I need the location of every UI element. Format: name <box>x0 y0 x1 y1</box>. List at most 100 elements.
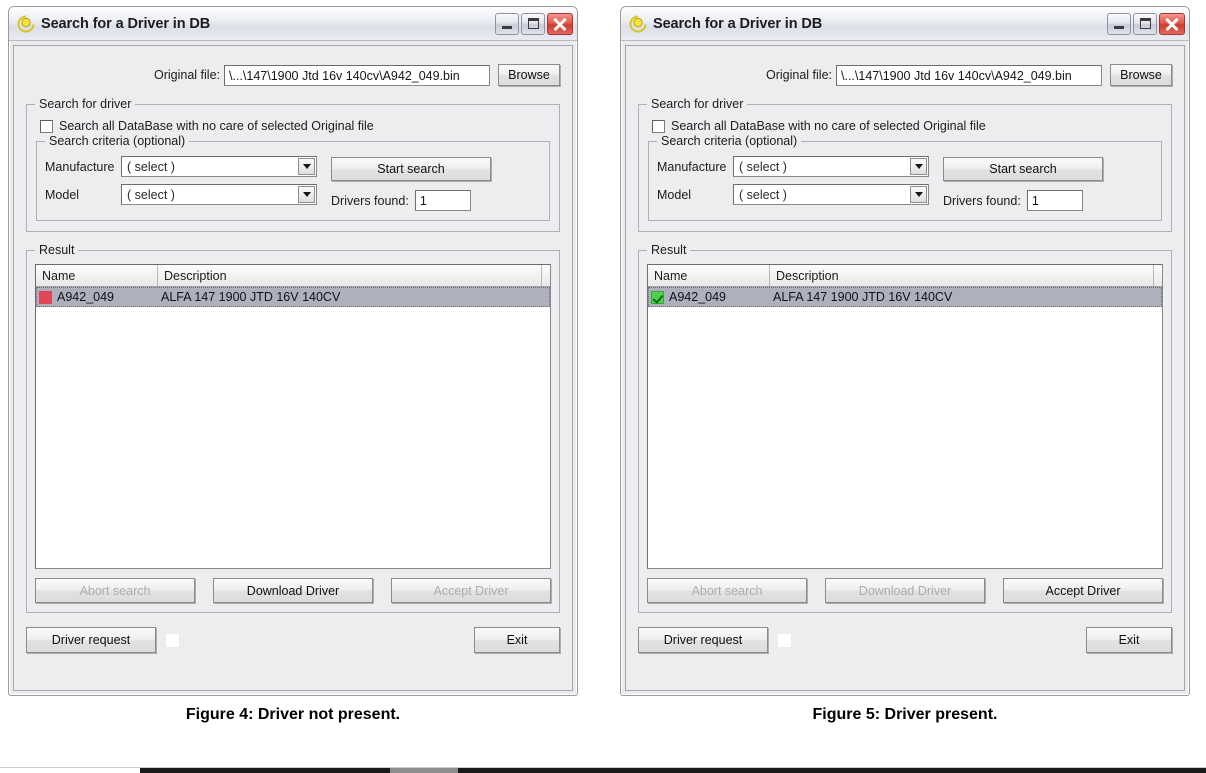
drivers-found-label: Drivers found: <box>943 193 1021 208</box>
abort-search-button[interactable]: Abort search <box>35 578 195 603</box>
start-search-button[interactable]: Start search <box>331 157 491 181</box>
search-for-driver-group: Search for driver Search all DataBase wi… <box>26 97 560 232</box>
chevron-down-icon[interactable] <box>298 158 315 175</box>
search-criteria-group: Search criteria (optional) Manufacture (… <box>648 134 1162 221</box>
result-header-row: Name Description <box>36 265 550 287</box>
window-controls <box>1107 12 1185 35</box>
result-group: Result Name Description A942_049 ALFA 14… <box>26 243 560 613</box>
row-description: ALFA 147 1900 JTD 16V 140CV <box>773 290 953 304</box>
model-select[interactable]: ( select ) <box>121 184 317 205</box>
search-all-database-row[interactable]: Search all DataBase with no care of sele… <box>40 119 550 133</box>
exit-button[interactable]: Exit <box>1086 627 1172 653</box>
window-controls <box>495 12 573 35</box>
manufacture-label: Manufacture <box>45 159 115 174</box>
titlebar[interactable]: Search for a Driver in DB <box>621 7 1189 41</box>
original-file-label: Original file: <box>766 68 832 82</box>
result-group: Result Name Description A942_049 ALFA 14… <box>638 243 1172 613</box>
manufacture-select[interactable]: ( select ) <box>121 156 317 177</box>
column-header-name[interactable]: Name <box>648 265 770 286</box>
search-for-driver-legend: Search for driver <box>647 97 748 111</box>
manufacture-row: Manufacture ( select ) <box>45 156 317 177</box>
status-led-indicator <box>166 633 179 647</box>
column-header-spacer <box>1154 265 1162 286</box>
manufacture-select[interactable]: ( select ) <box>733 156 929 177</box>
drivers-found-row: Drivers found: 1 <box>943 190 1153 211</box>
model-label: Model <box>657 187 692 202</box>
manufacture-value: ( select ) <box>127 159 175 174</box>
model-row: Model ( select ) <box>45 184 317 205</box>
chevron-down-icon[interactable] <box>910 186 927 203</box>
result-actions: Abort search Download Driver Accept Driv… <box>35 578 551 603</box>
table-row[interactable]: A942_049 ALFA 147 1900 JTD 16V 140CV <box>36 287 550 307</box>
window-title: Search for a Driver in DB <box>41 15 211 32</box>
cutoff-segment <box>458 768 1206 773</box>
page-bottom-cutoff <box>0 766 1206 773</box>
original-file-input[interactable]: \...\147\1900 Jtd 16v 140cv\A942_049.bin <box>224 64 490 86</box>
model-value: ( select ) <box>739 187 787 202</box>
exit-button[interactable]: Exit <box>474 627 560 653</box>
search-for-driver-group: Search for driver Search all DataBase wi… <box>638 97 1172 232</box>
driver-request-button[interactable]: Driver request <box>638 627 768 653</box>
original-file-row: Original file: \...\147\1900 Jtd 16v 140… <box>626 46 1184 86</box>
result-listview[interactable]: Name Description A942_049 ALFA 147 1900 … <box>35 264 551 569</box>
model-value: ( select ) <box>127 187 175 202</box>
maximize-button[interactable] <box>521 12 545 35</box>
table-row[interactable]: A942_049 ALFA 147 1900 JTD 16V 140CV <box>648 287 1162 307</box>
drivers-found-value: 1 <box>414 190 471 211</box>
accept-driver-button[interactable]: Accept Driver <box>391 578 551 603</box>
minimize-button[interactable] <box>1107 12 1131 35</box>
status-led-indicator <box>778 633 791 647</box>
window-footer: Driver request Exit <box>626 613 1184 653</box>
result-legend: Result <box>647 243 691 257</box>
drivers-found-value: 1 <box>1026 190 1083 211</box>
abort-search-button[interactable]: Abort search <box>647 578 807 603</box>
drivers-found-row: Drivers found: 1 <box>331 190 541 211</box>
search-criteria-legend: Search criteria (optional) <box>657 134 802 148</box>
close-button[interactable] <box>547 12 573 35</box>
download-driver-button[interactable]: Download Driver <box>213 578 373 603</box>
search-criteria-legend: Search criteria (optional) <box>45 134 190 148</box>
window-driver-search-left: Search for a Driver in DB Original file:… <box>8 6 578 696</box>
model-label: Model <box>45 187 80 202</box>
download-driver-button[interactable]: Download Driver <box>825 578 985 603</box>
column-header-description[interactable]: Description <box>158 265 542 286</box>
model-select[interactable]: ( select ) <box>733 184 929 205</box>
app-swirl-icon <box>17 15 35 33</box>
row-name: A942_049 <box>57 290 115 304</box>
chevron-down-icon[interactable] <box>298 186 315 203</box>
figure-pair-page: Search for a Driver in DB Original file:… <box>0 0 1206 773</box>
column-header-description[interactable]: Description <box>770 265 1154 286</box>
drivers-found-label: Drivers found: <box>331 193 409 208</box>
window-client-area: Original file: \...\147\1900 Jtd 16v 140… <box>625 45 1185 691</box>
search-all-database-row[interactable]: Search all DataBase with no care of sele… <box>652 119 1162 133</box>
manufacture-row: Manufacture ( select ) <box>657 156 929 177</box>
maximize-button[interactable] <box>1133 12 1157 35</box>
manufacture-label: Manufacture <box>657 159 727 174</box>
browse-button[interactable]: Browse <box>1110 64 1172 86</box>
accept-driver-button[interactable]: Accept Driver <box>1003 578 1163 603</box>
chevron-down-icon[interactable] <box>910 158 927 175</box>
titlebar[interactable]: Search for a Driver in DB <box>9 7 577 41</box>
original-file-label: Original file: <box>154 68 220 82</box>
minimize-button[interactable] <box>495 12 519 35</box>
window-title: Search for a Driver in DB <box>653 15 823 32</box>
search-for-driver-legend: Search for driver <box>35 97 136 111</box>
column-header-name[interactable]: Name <box>36 265 158 286</box>
search-all-database-label: Search all DataBase with no care of sele… <box>671 119 986 133</box>
browse-button[interactable]: Browse <box>498 64 560 86</box>
search-criteria-group: Search criteria (optional) Manufacture (… <box>36 134 550 221</box>
model-row: Model ( select ) <box>657 184 929 205</box>
search-all-database-checkbox[interactable] <box>40 119 53 133</box>
close-button[interactable] <box>1159 12 1185 35</box>
result-listview[interactable]: Name Description A942_049 ALFA 147 1900 … <box>647 264 1163 569</box>
red-square-icon <box>39 290 52 304</box>
window-driver-search-right: Search for a Driver in DB Original file:… <box>620 6 1190 696</box>
figure-caption-right: Figure 5: Driver present. <box>812 706 998 723</box>
driver-request-button[interactable]: Driver request <box>26 627 156 653</box>
row-description: ALFA 147 1900 JTD 16V 140CV <box>161 290 341 304</box>
cutoff-segment <box>140 768 390 773</box>
search-all-database-checkbox[interactable] <box>652 119 665 133</box>
result-legend: Result <box>35 243 79 257</box>
start-search-button[interactable]: Start search <box>943 157 1103 181</box>
original-file-input[interactable]: \...\147\1900 Jtd 16v 140cv\A942_049.bin <box>836 64 1102 86</box>
